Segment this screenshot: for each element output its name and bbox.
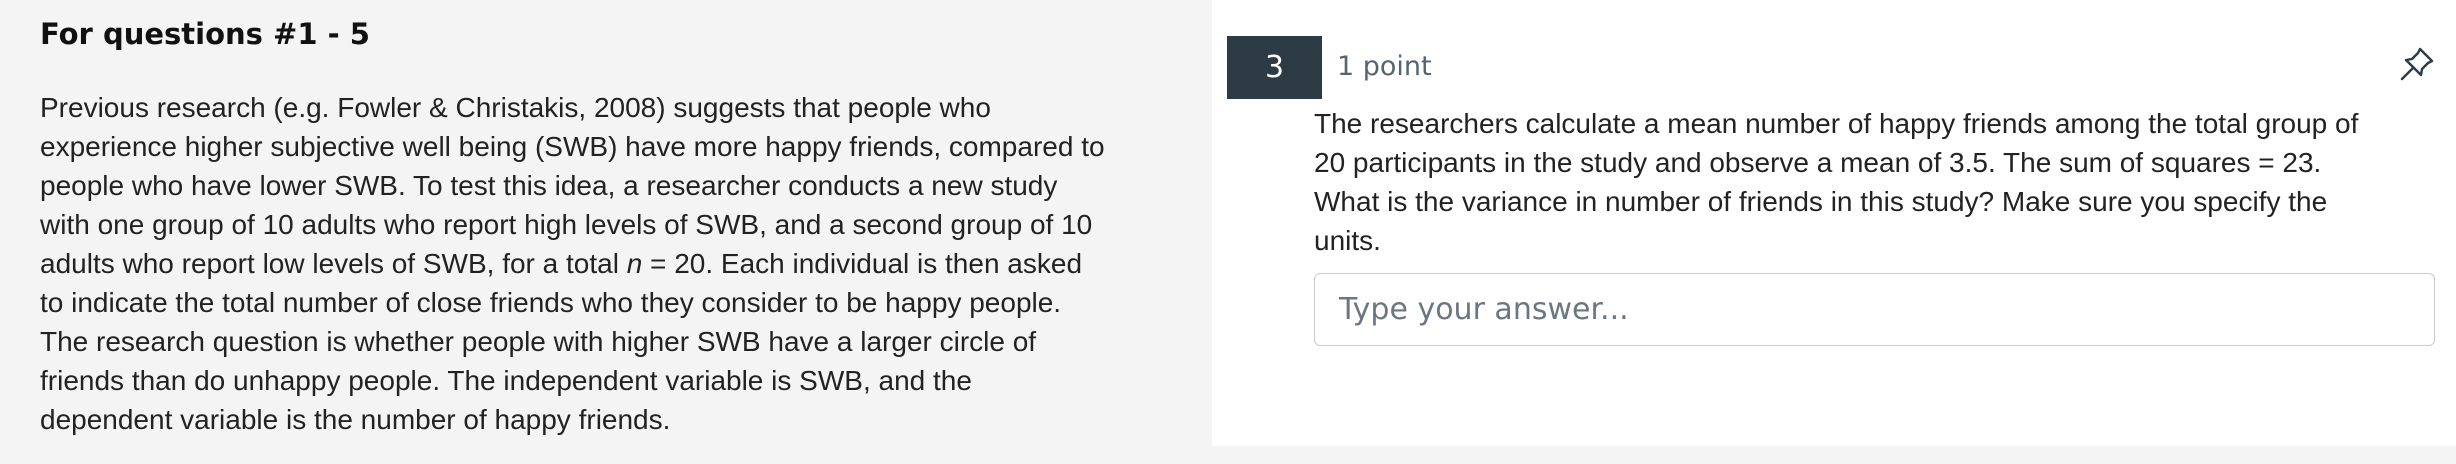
question-text: The researchers calculate a mean number … (1314, 104, 2444, 260)
bottom-divider (1212, 446, 2456, 464)
passage-line: Previous research (e.g. Fowler & Christa… (40, 92, 991, 123)
question-points: 1 point (1337, 51, 1432, 82)
passage-line: people who have lower SWB. To test this … (40, 170, 1058, 201)
question-line: The researchers calculate a mean number … (1314, 108, 2359, 139)
question-number-badge: 3 (1227, 36, 1322, 99)
passage-panel: For questions #1 - 5 Previous research (… (0, 0, 1212, 464)
question-line: units. (1314, 225, 1381, 256)
question-panel: 3 1 point The researchers calculate a me… (1212, 0, 2456, 446)
answer-input[interactable] (1314, 273, 2435, 346)
question-line: What is the variance in number of friend… (1314, 186, 2328, 217)
pin-icon-graphic (2400, 47, 2434, 81)
passage-line: to indicate the total number of close fr… (40, 287, 1062, 318)
passage-line: The research question is whether people … (40, 326, 1037, 357)
passage-line: friends than do unhappy people. The inde… (40, 365, 972, 396)
passage-line: experience higher subjective well being … (40, 131, 1105, 162)
passage-line: dependent variable is the number of happ… (40, 404, 671, 435)
passage-line: adults who report low levels of SWB, for… (40, 244, 1190, 283)
sample-size-variable: n (626, 248, 643, 279)
passage-text: Previous research (e.g. Fowler & Christa… (40, 88, 1190, 439)
question-line: 20 participants in the study and observe… (1314, 147, 2322, 178)
section-title: For questions #1 - 5 (40, 17, 370, 51)
passage-line: with one group of 10 adults who report h… (40, 209, 1093, 240)
passage-line-part: = 20. Each individual is then asked (642, 248, 1083, 279)
passage-line-part: adults who report low levels of SWB, for… (40, 248, 627, 279)
pin-icon[interactable] (2397, 44, 2437, 84)
